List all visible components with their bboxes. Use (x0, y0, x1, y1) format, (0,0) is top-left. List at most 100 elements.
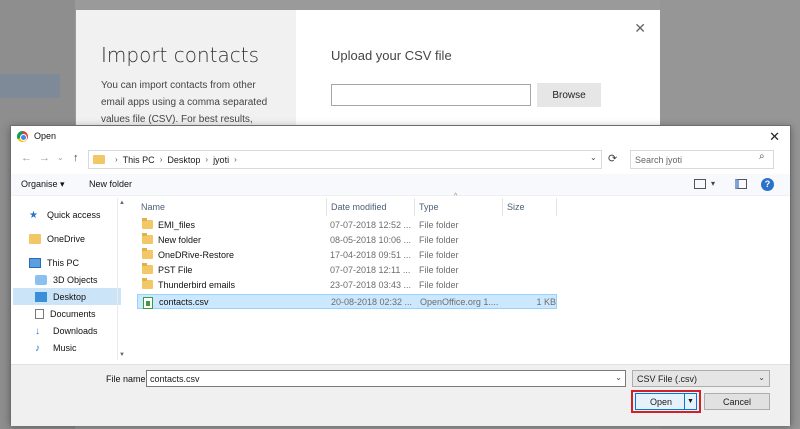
recent-locations-icon[interactable]: ⌄ (57, 153, 64, 162)
organise-button[interactable]: Organise ▾ (21, 179, 65, 190)
file-name-value: contacts.csv (150, 373, 200, 384)
file-name: OneDRive-Restore (158, 250, 235, 260)
folder-icon (93, 155, 105, 164)
back-arrow-icon[interactable]: ← (21, 152, 32, 164)
dialog-title: Open (34, 131, 57, 141)
chevron-right-icon[interactable]: › (160, 155, 163, 164)
file-name: New folder (158, 235, 202, 245)
background-sidebar-highlight (0, 74, 60, 98)
open-file-dialog: Open ✕ ← → ⌄ ↑ › This PC › Desktop › jyo… (10, 125, 791, 426)
column-header-name[interactable]: Name (137, 198, 327, 216)
sidebar-item-documents[interactable]: Documents (13, 305, 121, 322)
sidebar-item-this-pc[interactable]: This PC (13, 254, 121, 271)
cancel-button[interactable]: Cancel (704, 393, 770, 410)
file-date: 23-07-2018 03:43 ... (330, 280, 412, 290)
sidebar-item-downloads[interactable]: ↓ Downloads (13, 322, 121, 339)
search-icon[interactable]: ⌕ (759, 151, 785, 162)
navigation-scrollbar[interactable]: ▲ ▼ (117, 198, 126, 360)
file-name: contacts.csv (159, 297, 209, 307)
browse-button[interactable]: Browse (537, 83, 601, 107)
chevron-down-icon[interactable]: ⌄ (590, 153, 597, 162)
desktop-icon (35, 291, 47, 302)
folder-icon (142, 263, 153, 274)
chevron-down-icon[interactable]: ⌄ (615, 373, 622, 382)
file-name: EMI_files (158, 220, 196, 230)
sidebar-item-quick-access[interactable]: ★ Quick access (13, 206, 121, 223)
3d-objects-icon (35, 274, 47, 285)
upload-title: Upload your CSV file (331, 48, 452, 63)
column-header-type[interactable]: Type (415, 198, 503, 216)
folder-icon (142, 248, 153, 259)
file-row[interactable]: EMI_files 07-07-2018 12:52 ... File fold… (137, 218, 557, 233)
folder-icon (142, 218, 153, 229)
sidebar-item-onedrive[interactable]: OneDrive (13, 230, 121, 247)
file-type: File folder (419, 280, 459, 290)
file-date: 07-07-2018 12:11 ... (330, 265, 411, 275)
up-arrow-icon[interactable]: ↑ (73, 152, 79, 164)
chrome-icon (17, 130, 28, 142)
column-header-date-modified[interactable]: Date modified (327, 198, 415, 216)
breadcrumb-desktop[interactable]: Desktop (167, 155, 200, 165)
file-list: ^ Name Date modified Type Size EMI_files… (137, 193, 787, 358)
command-toolbar: Organise ▾ New folder ▾ ? (11, 174, 790, 196)
help-icon[interactable]: ? (761, 178, 774, 191)
breadcrumb-jyoti[interactable]: jyoti (213, 155, 229, 165)
csv-file-icon (143, 297, 153, 309)
address-bar[interactable]: › This PC › Desktop › jyoti › (88, 150, 602, 169)
file-name: PST File (158, 265, 193, 275)
sidebar-item-music[interactable]: ♪ Music (13, 339, 121, 356)
refresh-icon[interactable]: ⟳ (608, 152, 617, 165)
file-row[interactable]: OneDRive-Restore 17-04-2018 09:51 ... Fi… (137, 248, 557, 263)
chevron-right-icon[interactable]: › (205, 155, 208, 164)
file-type: File folder (419, 250, 459, 260)
folder-icon (142, 278, 153, 289)
file-date: 07-07-2018 12:52 ... (330, 220, 412, 230)
open-button-label: Open (650, 396, 673, 407)
sidebar-item-label: This PC (47, 257, 80, 268)
column-header-size[interactable]: Size (503, 198, 557, 216)
file-row[interactable]: PST File 07-07-2018 12:11 ... File folde… (137, 263, 557, 278)
scroll-up-icon[interactable]: ▲ (119, 200, 125, 206)
file-row[interactable]: New folder 08-05-2018 10:06 ... File fol… (137, 233, 557, 248)
sidebar-item-label: Desktop (53, 291, 87, 302)
file-type-select[interactable]: CSV File (.csv) ⌄ (632, 370, 770, 387)
sidebar-item-desktop[interactable]: Desktop (13, 288, 121, 305)
chevron-right-icon: › (115, 155, 118, 164)
file-name-label: File name: (106, 374, 149, 384)
view-options-icon[interactable] (694, 179, 706, 189)
file-name: Thunderbird emails (158, 280, 236, 290)
file-name-field[interactable]: contacts.csv ⌄ (146, 370, 626, 387)
sidebar-item-label: Music (53, 342, 77, 353)
import-title: Import contacts (101, 43, 259, 67)
new-folder-button[interactable]: New folder (89, 179, 132, 189)
sidebar-item-label: OneDrive (47, 233, 86, 244)
address-row: ← → ⌄ ↑ › This PC › Desktop › jyoti › ⌄ … (11, 148, 790, 170)
downloads-icon: ↓ (35, 325, 40, 337)
dialog-footer: File name: contacts.csv ⌄ CSV File (.csv… (11, 364, 790, 426)
file-date: 08-05-2018 10:06 ... (330, 235, 412, 245)
file-row[interactable]: Thunderbird emails 23-07-2018 03:43 ... … (137, 278, 557, 293)
file-row-selected[interactable]: contacts.csv 20-08-2018 02:32 ... OpenOf… (137, 294, 557, 309)
file-type-value: CSV File (.csv) (637, 373, 698, 384)
search-input[interactable]: Search jyoti (630, 150, 774, 169)
file-date: 20-08-2018 02:32 ... (331, 297, 413, 307)
file-type: OpenOffice.org 1.... (420, 297, 499, 307)
file-size: 1 KB (536, 297, 556, 307)
dialog-close-icon[interactable]: ✕ (769, 129, 780, 145)
chevron-down-icon[interactable]: ▾ (711, 179, 715, 188)
forward-arrow-icon[interactable]: → (39, 152, 50, 164)
open-button[interactable]: Open ▼ (635, 393, 697, 410)
file-type: File folder (419, 220, 459, 230)
import-contacts-panel: Import contacts You can import contacts … (76, 10, 660, 128)
import-info-pane: Import contacts You can import contacts … (76, 10, 296, 128)
breadcrumb-this-pc[interactable]: This PC (123, 155, 155, 165)
close-icon[interactable]: ✕ (634, 20, 646, 37)
open-dropdown-icon[interactable]: ▼ (684, 394, 696, 409)
sidebar-item-label: 3D Objects (53, 274, 98, 285)
chevron-right-icon[interactable]: › (234, 155, 237, 164)
sidebar-item-3d-objects[interactable]: 3D Objects (13, 271, 121, 288)
scroll-down-icon[interactable]: ▼ (119, 352, 125, 358)
folder-icon (142, 233, 153, 244)
preview-pane-icon[interactable] (735, 179, 747, 189)
csv-file-input[interactable] (331, 84, 531, 106)
